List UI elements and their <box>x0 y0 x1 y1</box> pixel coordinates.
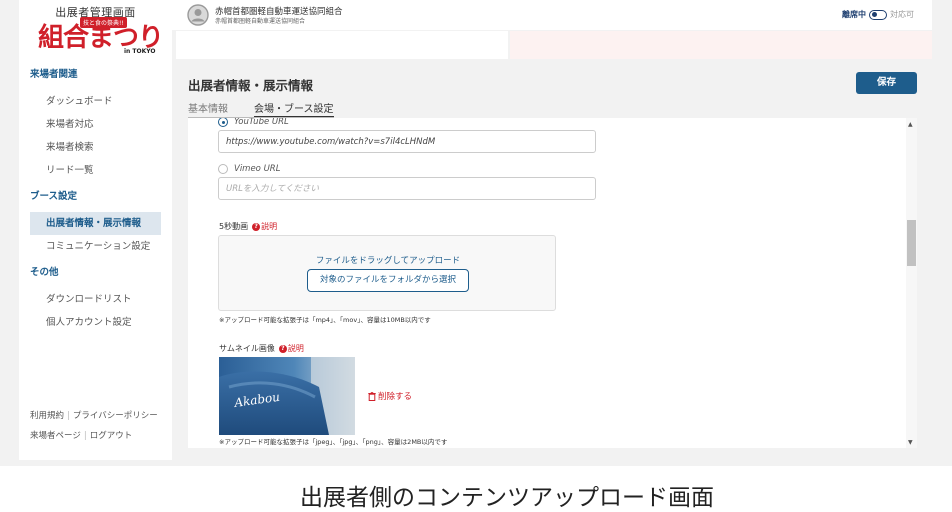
screenshot-caption: 出展者側のコンテンツアップロード画面 <box>300 485 714 511</box>
sidebar: 出展者管理画面 組合まつり 技と食の祭典!! in TOKYO 来場者関連 ダッ… <box>19 0 172 460</box>
thumbnail-photo: Akabou <box>219 357 355 435</box>
sidebar-item-communication[interactable]: コミュニケーション設定 <box>30 235 161 258</box>
sidebar-item-account-settings[interactable]: 個人アカウント設定 <box>30 311 161 334</box>
thumbnail-help-link[interactable]: 説明 <box>288 344 304 353</box>
logo-sub: in TOKYO <box>124 48 156 55</box>
video-upload-note: ※アップロード可能な拡張子は「mp4」、「mov」、容量は10MB以内です <box>219 316 431 324</box>
sidebar-footer: 利用規約 | プライバシーポリシー 来場者ページ | ログアウト <box>30 411 158 441</box>
delete-thumbnail-button[interactable]: 削除する <box>368 390 412 402</box>
video-dropzone[interactable]: ファイルをドラッグしてアップロード 対象のファイルをフォルダから選択 <box>218 235 556 311</box>
delete-label: 削除する <box>378 392 413 402</box>
logo-badge: 技と食の祭典!! <box>80 17 127 28</box>
help-icon[interactable]: ? <box>252 222 261 231</box>
logo-mark: 組合まつり 技と食の祭典!! in TOKYO <box>38 17 164 57</box>
save-button[interactable]: 保存 <box>856 72 917 94</box>
logout-link[interactable]: ログアウト <box>90 431 133 441</box>
scroll-up-icon[interactable]: ▲ <box>908 121 913 128</box>
youtube-label: YouTube URL <box>234 118 289 127</box>
trash-icon <box>368 391 376 401</box>
thumbnail-field-label: サムネイル画像? 説明 <box>219 343 304 354</box>
visitor-page-link[interactable]: 来場者ページ <box>30 431 81 441</box>
tab-venue-booth[interactable]: 会場・ブース設定 <box>254 100 334 118</box>
sidebar-item-download-list[interactable]: ダウンロードリスト <box>30 288 161 311</box>
presence-toggle[interactable] <box>869 9 887 20</box>
logo[interactable]: 出展者管理画面 組合まつり 技と食の祭典!! in TOKYO <box>19 0 172 60</box>
thumbnail-image: Akabou <box>219 357 355 435</box>
video-help-link[interactable]: 説明 <box>261 222 277 231</box>
video-field-label: 5秒動画? 説明 <box>219 221 277 232</box>
subbar-left <box>176 31 508 59</box>
terms-link[interactable]: 利用規約 <box>30 411 64 421</box>
video-label-text: 5秒動画 <box>219 222 249 231</box>
sidebar-item-exhibitor-info[interactable]: 出展者情報・展示情報 <box>30 212 161 235</box>
page-title: 出展者情報・展示情報 <box>188 78 314 93</box>
user-avatar-icon[interactable] <box>187 4 209 26</box>
sidebar-item-dashboard[interactable]: ダッシュボード <box>30 90 161 113</box>
top-header: 赤帽首都圏軽自動車運送協同組合 赤帽首都圏軽自動車運送協同組合 離席中 対応可 <box>172 0 932 30</box>
subbar-right <box>510 31 932 59</box>
youtube-url-input[interactable] <box>218 130 596 153</box>
form-scrollbar[interactable]: ▲ ▼ <box>906 118 917 448</box>
sidebar-item-leads[interactable]: リード一覧 <box>30 159 161 182</box>
vimeo-label: Vimeo URL <box>234 164 281 174</box>
form-panel: YouTube URL Vimeo URL 5秒動画?説明 ファイルをドラッグし… <box>188 118 906 448</box>
tab-bar: 基本情報 会場・ブース設定 <box>188 100 334 118</box>
thumbnail-label-text: サムネイル画像 <box>219 344 275 353</box>
nav-section-booth: ブース設定 <box>30 191 78 202</box>
select-file-button[interactable]: 対象のファイルをフォルダから選択 <box>307 269 469 292</box>
org-sub: 赤帽首都圏軽自動車運送協同組合 <box>215 18 306 25</box>
nav-section-other: その他 <box>30 267 59 278</box>
vimeo-radio[interactable] <box>218 164 228 174</box>
drop-text: ファイルをドラッグしてアップロード <box>315 256 461 266</box>
scroll-down-icon[interactable]: ▼ <box>908 439 913 446</box>
help-icon[interactable]: ? <box>278 344 287 353</box>
privacy-link[interactable]: プライバシーポリシー <box>73 411 158 421</box>
vimeo-url-input[interactable] <box>218 177 596 200</box>
tab-basic-info[interactable]: 基本情報 <box>188 100 228 118</box>
presence-status: 離席中 対応可 <box>842 9 914 20</box>
thumbnail-upload-note: ※アップロード可能な拡張子は「jpeg」、「jpg」、「png」、容量は2MB以… <box>219 438 448 446</box>
status-away-label: 離席中 <box>842 10 866 19</box>
sidebar-item-visitor-search[interactable]: 来場者検索 <box>30 136 161 159</box>
youtube-radio[interactable] <box>218 118 228 127</box>
nav-section-visitors: 来場者関連 <box>30 69 78 80</box>
sidebar-nav: 来場者関連 ダッシュボード 来場者対応 来場者検索 リード一覧 ブース設定 出展… <box>19 66 172 334</box>
status-available-label: 対応可 <box>890 10 914 19</box>
sidebar-item-visitor-response[interactable]: 来場者対応 <box>30 113 161 136</box>
scroll-thumb[interactable] <box>907 220 916 266</box>
